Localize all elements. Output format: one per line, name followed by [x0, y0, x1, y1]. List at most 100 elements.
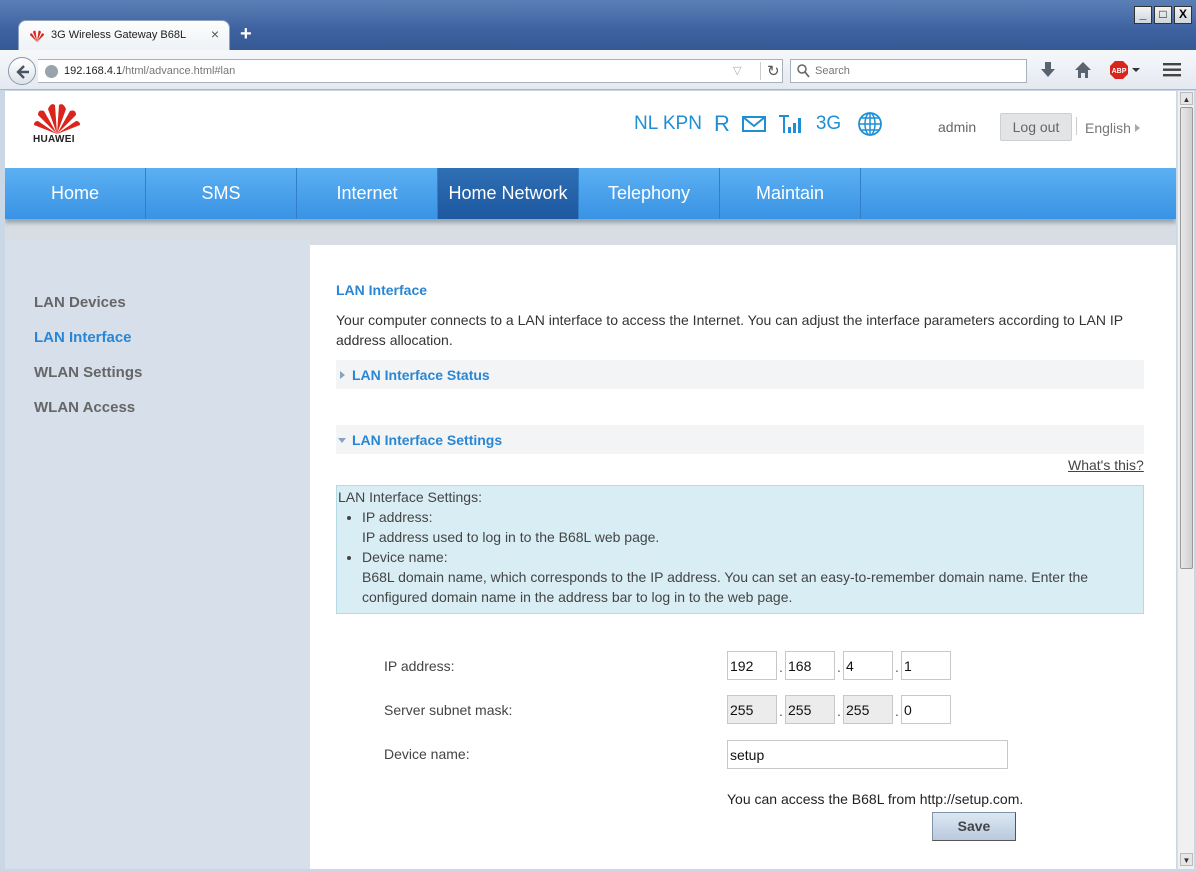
mail-icon[interactable] [741, 115, 766, 133]
search-input[interactable] [815, 63, 1020, 79]
nav-home-network[interactable]: Home Network [438, 168, 579, 219]
nav-internet[interactable]: Internet [297, 168, 438, 219]
scrollbar-thumb[interactable] [1180, 107, 1193, 569]
svg-text:ABP: ABP [1112, 68, 1127, 75]
mask-octet-2-input [785, 695, 835, 724]
back-button[interactable] [8, 57, 36, 85]
browser-tab[interactable]: 3G Wireless Gateway B68L × [18, 20, 230, 51]
home-icon[interactable] [1074, 61, 1092, 79]
huawei-logo-icon [34, 104, 80, 134]
page-title: LAN Interface [336, 282, 428, 298]
main-navigation: Home SMS Internet Home Network Telephony… [5, 168, 1176, 219]
browser-toolbar: 192.168.4.1/html/advance.html#lan ▽ ↻ AB… [0, 50, 1196, 90]
mask-octet-3-input [843, 695, 893, 724]
expand-arrow-icon [340, 371, 345, 379]
adblock-icon[interactable]: ABP [1110, 60, 1142, 80]
access-note: You can access the B68L from http://setu… [727, 791, 1024, 807]
globe-icon [45, 65, 58, 78]
mask-octet-1-input [727, 695, 777, 724]
tab-close-icon[interactable]: × [211, 26, 219, 42]
language-label: English [1085, 120, 1131, 136]
main-content: LAN Interface Your computer connects to … [310, 245, 1176, 869]
huawei-logo-icon [30, 30, 44, 42]
tab-title: 3G Wireless Gateway B68L [51, 29, 187, 41]
ip-dot: . [837, 659, 841, 675]
close-window-button[interactable]: X [1174, 6, 1192, 24]
save-button[interactable]: Save [932, 812, 1016, 841]
page-scrollbar[interactable]: ▲ ▼ [1177, 91, 1194, 869]
help-detail: IP address used to log in to the B68L we… [362, 529, 660, 545]
ip-address-label: IP address: [384, 658, 455, 674]
status-bar: NL KPN R 3G [634, 111, 883, 137]
window-controls: _ □ X [1134, 6, 1192, 24]
whats-this-link[interactable]: What's this? [1068, 457, 1144, 473]
device-name-input[interactable] [727, 740, 1008, 769]
ip-dot: . [779, 659, 783, 675]
language-selector[interactable]: English [1085, 120, 1140, 136]
sidebar-item-lan-interface[interactable]: LAN Interface [34, 329, 132, 346]
help-term: IP address: [362, 509, 433, 525]
download-icon[interactable] [1040, 61, 1056, 79]
ip-octet-3-input[interactable] [843, 651, 893, 680]
scroll-up-arrow-icon[interactable]: ▲ [1180, 92, 1193, 105]
mask-octet-4-input[interactable] [901, 695, 951, 724]
help-box: LAN Interface Settings: IP address: IP a… [336, 485, 1144, 614]
device-name-label: Device name: [384, 746, 470, 762]
help-list: IP address: IP address used to log in to… [362, 507, 1143, 607]
url-text: 192.168.4.1/html/advance.html#lan [64, 65, 235, 77]
signal-strength-icon [778, 115, 801, 133]
url-dropdown-icon[interactable]: ▽ [733, 64, 741, 77]
network-type: 3G [815, 113, 842, 134]
mask-dot: . [837, 703, 841, 719]
ip-octet-2-input[interactable] [785, 651, 835, 680]
ip-octet-4-input[interactable] [901, 651, 951, 680]
maximize-button[interactable]: □ [1154, 6, 1172, 24]
roaming-indicator: R [713, 111, 730, 136]
help-item: Device name: B68L domain name, which cor… [362, 547, 1143, 607]
brand-name: HUAWEI [33, 134, 75, 145]
nav-maintain[interactable]: Maintain [720, 168, 861, 219]
minimize-button[interactable]: _ [1134, 6, 1152, 24]
help-term: Device name: [362, 549, 448, 565]
mask-dot: . [895, 703, 899, 719]
ip-dot: . [895, 659, 899, 675]
browser-titlebar: 3G Wireless Gateway B68L × + _ □ X [0, 0, 1196, 51]
collapse-arrow-icon [338, 438, 346, 443]
sidebar-item-lan-devices[interactable]: LAN Devices [34, 294, 126, 311]
operator-name: NL KPN [634, 113, 702, 134]
address-bar[interactable]: 192.168.4.1/html/advance.html#lan ▽ ↻ [38, 59, 783, 83]
help-detail: B68L domain name, which corresponds to t… [362, 569, 1089, 605]
browser-search[interactable] [790, 59, 1027, 83]
sidebar-item-wlan-settings[interactable]: WLAN Settings [34, 364, 142, 381]
search-icon [797, 64, 810, 78]
nav-sms[interactable]: SMS [146, 168, 297, 219]
menu-icon[interactable] [1163, 63, 1181, 77]
globe-icon [858, 112, 883, 136]
section-settings-label: LAN Interface Settings [352, 432, 503, 448]
new-tab-button[interactable]: + [240, 24, 252, 44]
header-divider [1076, 117, 1077, 135]
back-arrow-icon [16, 65, 29, 79]
router-header: HUAWEI NL KPN R 3G admin Log out English [5, 91, 1176, 168]
url-path: /html/advance.html#lan [122, 65, 236, 77]
section-lan-interface-settings[interactable]: LAN Interface Settings [336, 425, 1144, 454]
chevron-right-icon [1134, 124, 1140, 132]
sidebar-item-wlan-access[interactable]: WLAN Access [34, 399, 135, 416]
help-heading: LAN Interface Settings: [338, 489, 482, 505]
nav-telephony[interactable]: Telephony [579, 168, 720, 219]
logout-button[interactable]: Log out [1000, 113, 1072, 141]
page-description: Your computer connects to a LAN interfac… [336, 312, 1123, 348]
mask-dot: . [779, 703, 783, 719]
nav-home[interactable]: Home [5, 168, 146, 219]
url-host: 192.168.4.1 [64, 65, 123, 77]
username: admin [938, 119, 977, 135]
sidebar: LAN Devices LAN Interface WLAN Settings … [5, 240, 310, 869]
subnet-mask-label: Server subnet mask: [384, 702, 513, 718]
ip-octet-1-input[interactable] [727, 651, 777, 680]
reload-icon[interactable]: ↻ [760, 62, 780, 80]
section-status-label: LAN Interface Status [352, 367, 490, 383]
help-item: IP address: IP address used to log in to… [362, 507, 1143, 547]
section-lan-interface-status[interactable]: LAN Interface Status [336, 360, 1144, 389]
page-viewport: HUAWEI NL KPN R 3G admin Log out English… [5, 91, 1176, 869]
scroll-down-arrow-icon[interactable]: ▼ [1180, 853, 1193, 866]
